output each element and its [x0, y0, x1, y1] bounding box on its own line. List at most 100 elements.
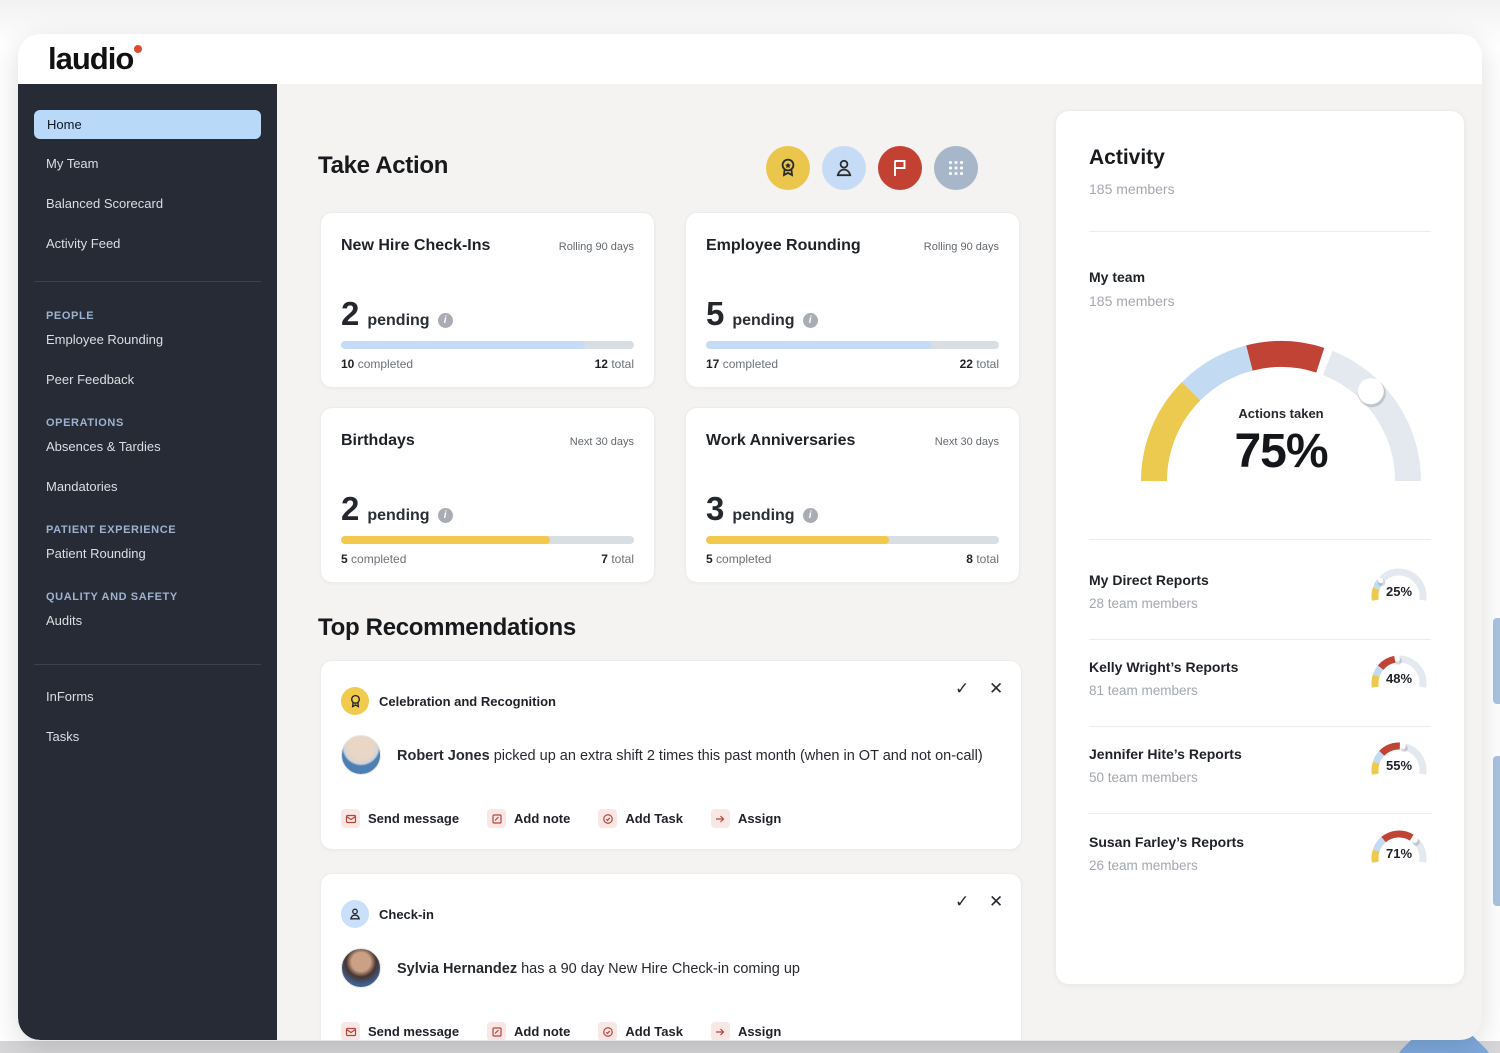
report-members: 81 team members [1089, 683, 1198, 698]
page-background: laudio Home My Team Balanced Scorecard A… [0, 0, 1500, 1053]
recommendation-card-celebration[interactable]: Celebration and Recognition ✓ ✕ Robert J… [320, 660, 1022, 850]
divider [1089, 539, 1431, 540]
take-action-title: Take Action [318, 152, 449, 179]
completed-stat: 10 completed [341, 357, 414, 371]
report-percent: 71% [1385, 846, 1413, 861]
background-shape [1493, 618, 1500, 704]
card-employee-rounding[interactable]: Employee Rounding Rolling 90 days 5 pend… [685, 212, 1020, 388]
background-shape [1493, 756, 1500, 906]
sidebar-divider [34, 281, 261, 282]
check-in-button[interactable] [822, 146, 866, 190]
report-members: 26 team members [1089, 858, 1198, 873]
envelope-icon [341, 809, 360, 828]
dismiss-icon[interactable]: ✕ [989, 679, 1003, 699]
total-stat: 7 total [601, 552, 634, 566]
report-percent: 48% [1385, 671, 1413, 686]
background-strip [0, 1041, 1500, 1053]
info-icon[interactable]: i [437, 508, 453, 523]
progress-bar [341, 536, 634, 544]
progress-bar [706, 341, 999, 349]
person-icon [836, 159, 852, 177]
accept-icon[interactable]: ✓ [955, 679, 969, 699]
assign-button[interactable]: Assign [710, 1022, 781, 1040]
divider [1089, 813, 1431, 814]
report-row-jennifer-hite[interactable]: Jennifer Hite’s Reports 50 team members … [1056, 736, 1466, 824]
recommendation-text: Robert Jones picked up an extra shift 2 … [397, 748, 983, 764]
report-members: 50 team members [1089, 770, 1198, 785]
completed-stat: 5 completed [341, 552, 407, 566]
card-new-hire-check-ins[interactable]: New Hire Check-Ins Rolling 90 days 2 pen… [320, 212, 655, 388]
card-range: Rolling 90 days [558, 241, 634, 253]
divider [1089, 726, 1431, 727]
card-title: New Hire Check-Ins [341, 237, 491, 254]
sidebar-item-employee-rounding[interactable]: Employee Rounding [18, 324, 277, 355]
total-stat: 22 total [959, 357, 999, 371]
sidebar-item-balanced-scorecard[interactable]: Balanced Scorecard [18, 188, 277, 219]
recommendation-type: Check-in [379, 907, 434, 922]
report-row-my-direct-reports[interactable]: My Direct Reports 28 team members 25% [1056, 562, 1466, 650]
card-range: Rolling 90 days [923, 241, 999, 253]
pending-count: 3 [706, 490, 725, 527]
grid-dots-icon [948, 160, 964, 176]
info-icon[interactable]: i [802, 313, 818, 328]
accept-icon[interactable]: ✓ [955, 892, 969, 912]
sidebar-item-my-team[interactable]: My Team [18, 148, 277, 179]
sidebar-section-patient-experience: PATIENT EXPERIENCE [46, 524, 177, 536]
info-icon[interactable]: i [437, 313, 453, 328]
my-team-members: 185 members [1089, 293, 1175, 309]
award-icon [781, 158, 795, 177]
sidebar-section-operations: OPERATIONS [46, 417, 124, 429]
assign-button[interactable]: Assign [710, 809, 781, 828]
celebration-button[interactable] [766, 146, 810, 190]
add-note-button[interactable]: Add note [487, 809, 570, 828]
sidebar-item-patient-rounding[interactable]: Patient Rounding [18, 538, 277, 569]
send-message-button[interactable]: Send message [341, 809, 459, 828]
sidebar-item-mandatories[interactable]: Mandatories [18, 471, 277, 502]
laudio-logo[interactable]: laudio [48, 41, 142, 77]
card-work-anniversaries[interactable]: Work Anniversaries Next 30 days 3 pendin… [685, 407, 1020, 583]
logo-dot [134, 45, 142, 53]
completed-stat: 17 completed [706, 357, 779, 371]
envelope-icon [341, 1022, 360, 1040]
recommendation-actions: Send message Add note Add Task Assign [341, 1022, 781, 1040]
sidebar-item-activity-feed[interactable]: Activity Feed [18, 228, 277, 259]
report-row-kelly-wright[interactable]: Kelly Wright’s Reports 81 team members 4… [1056, 649, 1466, 737]
add-task-button[interactable]: Add Task [598, 809, 683, 828]
card-birthdays[interactable]: Birthdays Next 30 days 2 pending i 5 com… [320, 407, 655, 583]
sidebar-item-absences-tardies[interactable]: Absences & Tardies [18, 431, 277, 462]
top-bar: laudio [18, 34, 1482, 84]
report-name: Kelly Wright’s Reports [1089, 659, 1239, 675]
logo-text: laudio [48, 41, 134, 76]
recommendation-text: Sylvia Hernandez has a 90 day New Hire C… [397, 961, 800, 977]
avatar[interactable] [341, 735, 381, 775]
progress-bar [341, 341, 634, 349]
add-task-button[interactable]: Add Task [598, 1022, 683, 1040]
avatar[interactable] [341, 948, 381, 988]
app-window: laudio Home My Team Balanced Scorecard A… [18, 34, 1482, 1040]
completed-stat: 5 completed [706, 552, 772, 566]
sidebar-item-audits[interactable]: Audits [18, 605, 277, 636]
flag-button[interactable] [878, 146, 922, 190]
sidebar-item-home[interactable]: Home [34, 110, 261, 139]
pending-count: 2 [341, 490, 360, 527]
dismiss-icon[interactable]: ✕ [989, 892, 1003, 912]
activity-panel: Activity 185 members My team 185 members… [1055, 110, 1465, 985]
apps-grid-button[interactable] [934, 146, 978, 190]
sidebar-divider [34, 664, 261, 665]
quick-actions [766, 146, 978, 190]
activity-members: 185 members [1089, 181, 1175, 197]
arrow-icon [710, 1022, 730, 1040]
sidebar-item-tasks[interactable]: Tasks [18, 721, 277, 752]
add-note-button[interactable]: Add note [487, 1022, 570, 1040]
sidebar-item-peer-feedback[interactable]: Peer Feedback [18, 364, 277, 395]
info-icon[interactable]: i [802, 508, 818, 523]
award-icon [350, 694, 360, 708]
my-team-label: My team [1089, 269, 1146, 285]
sidebar-item-informs[interactable]: InForms [18, 681, 277, 712]
card-range: Next 30 days [569, 436, 634, 448]
recommendation-card-check-in[interactable]: Check-in ✓ ✕ Sylvia Hernandez has a 90 d… [320, 873, 1022, 1040]
report-percent: 25% [1385, 584, 1413, 599]
report-percent: 55% [1385, 758, 1413, 773]
report-row-susan-farley[interactable]: Susan Farley’s Reports 26 team members 7… [1056, 824, 1466, 912]
send-message-button[interactable]: Send message [341, 1022, 459, 1040]
